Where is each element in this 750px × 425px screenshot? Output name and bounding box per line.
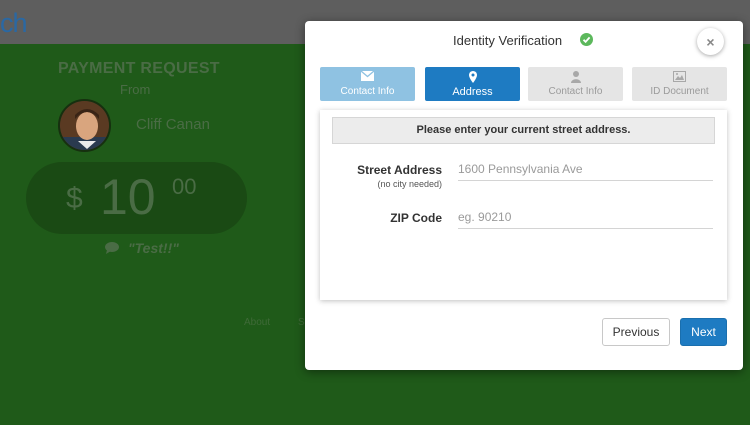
address-form: Please enter your current street address… [320,110,727,300]
step-label: Contact Info [340,86,395,97]
previous-button[interactable]: Previous [602,318,670,346]
street-address-input[interactable] [458,157,713,181]
step-address[interactable]: Address [425,67,520,101]
zip-code-input[interactable] [458,205,713,229]
envelope-icon [320,71,415,83]
step-id-document[interactable]: ID Document [632,67,727,101]
map-pin-icon [425,71,520,83]
payer-name: Cliff Canan [136,116,210,133]
step-contact-info[interactable]: Contact Info [320,67,415,101]
step-label: Contact Info [548,86,603,97]
street-address-label: Street Address [357,163,442,177]
payment-request-title: PAYMENT REQUEST [58,60,220,77]
amount-whole: 10 [100,169,156,225]
step-contact-info-2[interactable]: Contact Info [528,67,623,101]
comment-icon [105,242,119,254]
zip-code-label: ZIP Code [390,211,442,225]
verification-steps: Contact Info Address Contact Info ID Doc… [320,67,730,101]
user-icon [528,71,623,83]
app-logo[interactable]: ch [0,8,28,39]
identity-verification-modal: Identity Verification × Contact Info Add… [305,21,743,370]
close-icon: × [706,33,715,50]
instruction-banner: Please enter your current street address… [332,117,715,144]
step-label: ID Document [650,86,709,97]
avatar [58,99,111,152]
footer-link-about[interactable]: About [244,317,270,328]
step-label: Address [452,86,493,98]
close-button[interactable]: × [697,28,724,55]
payment-note: "Test!!" [128,240,179,256]
amount-display: $ 10 00 [26,162,247,234]
check-circle-icon [580,33,593,46]
modal-title: Identity Verification [453,33,563,48]
currency-symbol: $ [66,182,83,215]
next-button[interactable]: Next [680,318,727,346]
amount-cents: 00 [172,174,197,199]
image-icon [632,71,727,83]
footer-link-partial[interactable]: S [298,317,305,328]
street-address-hint: (no city needed) [377,179,442,189]
from-label: From [120,82,151,97]
